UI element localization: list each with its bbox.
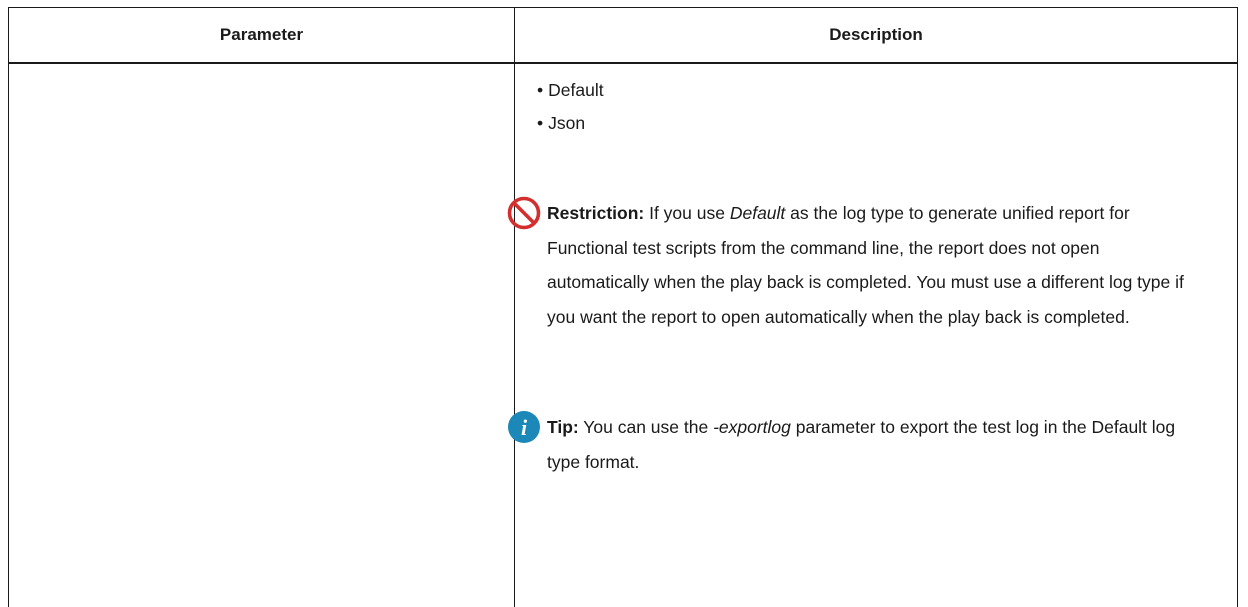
table-header-row: Parameter Description	[8, 7, 1238, 64]
tip-note: i Tip: You can use the -exportlog parame…	[508, 410, 1197, 479]
tip-text-1: You can use the	[578, 417, 714, 437]
header-parameter: Parameter	[8, 7, 515, 64]
restriction-label: Restriction:	[547, 203, 645, 223]
description-cell: • Default • Json Restriction: If you use D…	[507, 63, 1238, 607]
list-item: • Default	[537, 80, 604, 100]
restriction-note: Restriction: If you use Default as the l…	[507, 196, 1197, 334]
restriction-emphasis: Default	[729, 203, 786, 223]
table-row: • Default • Json Restriction: If you use D…	[8, 63, 1238, 607]
tip-label: Tip:	[547, 417, 579, 437]
parameter-table: Parameter Description • Default • Json Res…	[8, 7, 1238, 607]
list-item: • Json	[537, 113, 586, 133]
log-type-list: • Default • Json	[537, 73, 604, 139]
restriction-text-1: If you use	[644, 203, 730, 223]
tip-emphasis: -exportlog	[713, 417, 791, 437]
list-item-text: Json	[548, 113, 586, 133]
list-item-text: Default	[548, 80, 604, 100]
info-icon: i	[508, 411, 540, 443]
svg-text:i: i	[521, 415, 528, 440]
restriction-icon	[507, 196, 541, 230]
parameter-cell	[8, 63, 515, 607]
header-description: Description	[514, 7, 1238, 64]
